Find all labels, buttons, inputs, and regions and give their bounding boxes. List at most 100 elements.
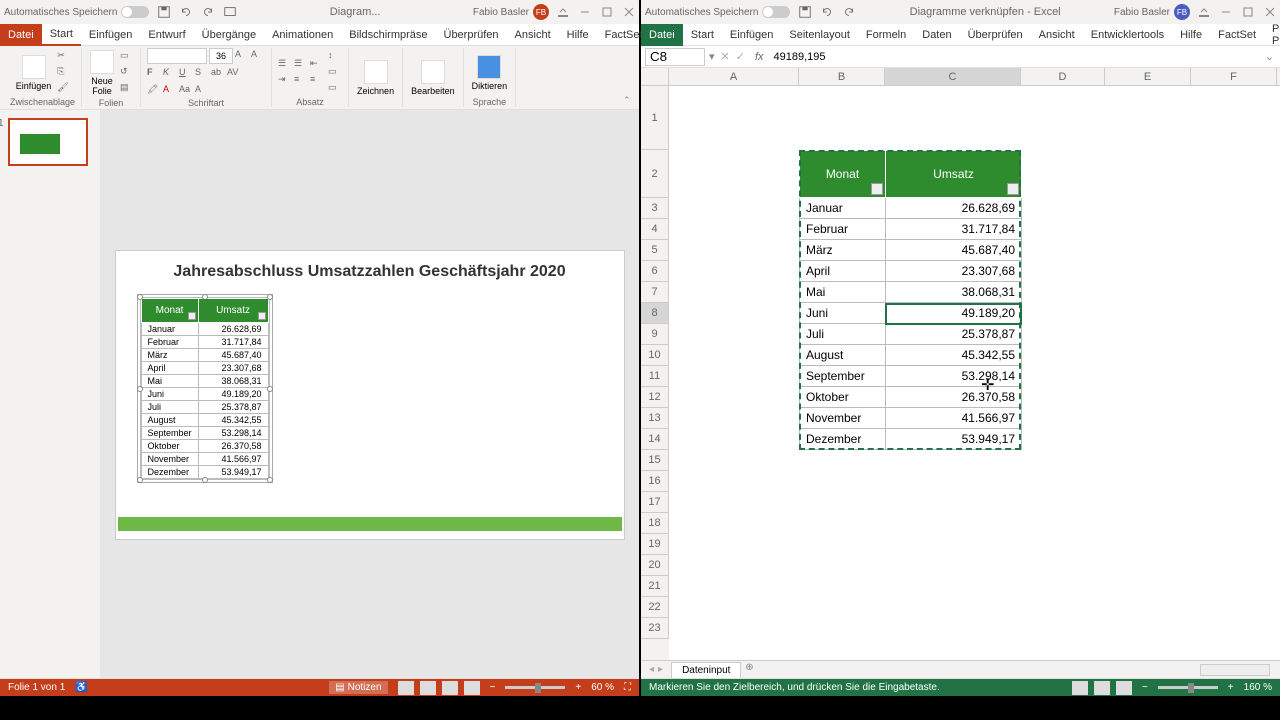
autosave[interactable]: Automatisches Speichern: [4, 6, 149, 18]
filter-icon[interactable]: [258, 312, 266, 320]
col-header-a[interactable]: A: [669, 68, 799, 85]
slide-title[interactable]: Jahresabschluss Umsatzzahlen Geschäftsja…: [116, 251, 624, 293]
cell-umsatz[interactable]: 38.068,31: [886, 282, 1022, 303]
cell-month[interactable]: Oktober: [800, 387, 886, 408]
font-name-input[interactable]: [147, 48, 207, 64]
slide-thumbnails[interactable]: 1: [0, 110, 100, 678]
bold-icon[interactable]: F: [147, 67, 161, 81]
tab-ueberpruefen[interactable]: Überprüfen: [436, 24, 507, 46]
row-header-4[interactable]: 4: [641, 219, 669, 240]
tab-uebergaenge[interactable]: Übergänge: [194, 24, 264, 46]
zoom-in-icon[interactable]: +: [575, 682, 581, 693]
tab-file[interactable]: Datei: [0, 24, 42, 46]
grow-font-icon[interactable]: A: [235, 49, 249, 63]
cell-umsatz[interactable]: 41.566,97: [886, 408, 1022, 429]
fx-icon[interactable]: fx: [751, 51, 768, 63]
zoom-in-icon[interactable]: +: [1228, 682, 1234, 693]
col-header-monat[interactable]: Monat: [800, 151, 886, 198]
section-icon[interactable]: ▤: [120, 82, 134, 96]
redo-icon[interactable]: [201, 5, 215, 19]
minimize-icon[interactable]: [1220, 6, 1232, 18]
table-row[interactable]: November41.566,97: [800, 408, 1022, 429]
row-header-23[interactable]: 23: [641, 618, 669, 639]
cell-month[interactable]: Januar: [800, 198, 886, 219]
slide-editor[interactable]: Jahresabschluss Umsatzzahlen Geschäftsja…: [100, 110, 639, 678]
indent-inc-icon[interactable]: ⇥: [278, 74, 292, 88]
zoom-out-icon[interactable]: −: [1142, 682, 1148, 693]
row-header-19[interactable]: 19: [641, 534, 669, 555]
filter-icon[interactable]: [188, 312, 196, 320]
autosave[interactable]: Automatisches Speichern: [645, 6, 790, 18]
row-header-17[interactable]: 17: [641, 492, 669, 513]
row-header-6[interactable]: 6: [641, 261, 669, 282]
close-icon[interactable]: [1264, 6, 1276, 18]
ribbon-options-icon[interactable]: [557, 6, 569, 18]
select-all-corner[interactable]: [641, 68, 669, 85]
table-row[interactable]: Juni49.189,20: [800, 303, 1022, 324]
cell-month[interactable]: Mai: [800, 282, 886, 303]
redo-icon[interactable]: [842, 5, 856, 19]
underline-icon[interactable]: U: [179, 67, 193, 81]
user-avatar[interactable]: FB: [1174, 4, 1190, 20]
cell-umsatz[interactable]: 23.307,68: [886, 261, 1022, 282]
paste-button[interactable]: Einfügen: [14, 53, 54, 93]
row-header-22[interactable]: 22: [641, 597, 669, 618]
save-icon[interactable]: [798, 5, 812, 19]
resize-handle[interactable]: [202, 477, 208, 483]
tab-bildschirm[interactable]: Bildschirmpräse: [341, 24, 435, 46]
cells-area[interactable]: Monat Umsatz Januar26.628,69Februar31.71…: [669, 86, 1280, 660]
col-header-c[interactable]: C: [885, 68, 1021, 85]
col-header-e[interactable]: E: [1105, 68, 1191, 85]
slideshow-view-icon[interactable]: [464, 681, 480, 695]
cell-umsatz[interactable]: 53.298,14: [886, 366, 1022, 387]
cell-umsatz[interactable]: 26.628,69: [886, 198, 1022, 219]
clear-format-icon[interactable]: A: [195, 84, 209, 98]
numbering-icon[interactable]: ☰: [294, 58, 308, 72]
resize-handle[interactable]: [137, 477, 143, 483]
user-area[interactable]: Fabio Basler FB: [1114, 4, 1190, 20]
row-header-20[interactable]: 20: [641, 555, 669, 576]
cell-month[interactable]: Juni: [800, 303, 886, 324]
resize-handle[interactable]: [267, 386, 273, 392]
col-header-f[interactable]: F: [1191, 68, 1277, 85]
tab-start[interactable]: Start: [683, 24, 722, 46]
cell-umsatz[interactable]: 49.189,20: [886, 303, 1022, 324]
sorter-view-icon[interactable]: [420, 681, 436, 695]
tab-daten[interactable]: Daten: [914, 24, 959, 46]
copy-icon[interactable]: ⎘: [57, 66, 71, 80]
cell-umsatz[interactable]: 25.378,87: [886, 324, 1022, 345]
maximize-icon[interactable]: [601, 6, 613, 18]
tab-formeln[interactable]: Formeln: [858, 24, 914, 46]
tab-einfuegen[interactable]: Einfügen: [81, 24, 140, 46]
tab-ansicht[interactable]: Ansicht: [1031, 24, 1083, 46]
close-icon[interactable]: [623, 6, 635, 18]
tab-file[interactable]: Datei: [641, 24, 683, 46]
ribbon-options-icon[interactable]: [1198, 6, 1210, 18]
italic-icon[interactable]: K: [163, 67, 177, 81]
tab-hilfe[interactable]: Hilfe: [1172, 24, 1210, 46]
zoom-level[interactable]: 160 %: [1244, 682, 1272, 693]
accessibility-icon[interactable]: ♿: [75, 682, 87, 693]
autosave-toggle[interactable]: [121, 6, 149, 18]
format-painter-icon[interactable]: 🖌: [57, 82, 71, 96]
resize-handle[interactable]: [267, 477, 273, 483]
zoom-out-icon[interactable]: −: [490, 682, 496, 693]
sheet-next-icon[interactable]: ▸: [658, 664, 663, 675]
maximize-icon[interactable]: [1242, 6, 1254, 18]
tab-ansicht[interactable]: Ansicht: [507, 24, 559, 46]
cell-month[interactable]: Dezember: [800, 429, 886, 450]
filter-icon[interactable]: [1007, 183, 1019, 195]
row-header-14[interactable]: 14: [641, 429, 669, 450]
row-header-3[interactable]: 3: [641, 198, 669, 219]
cell-month[interactable]: Juli: [800, 324, 886, 345]
tab-start[interactable]: Start: [42, 24, 81, 46]
col-header-d[interactable]: D: [1021, 68, 1105, 85]
user-avatar[interactable]: FB: [533, 4, 549, 20]
row-header-8[interactable]: 8: [641, 303, 669, 324]
zeichnen-button[interactable]: Zeichnen: [355, 58, 396, 98]
undo-icon[interactable]: [820, 5, 834, 19]
row-header-12[interactable]: 12: [641, 387, 669, 408]
tab-ueberpruefen[interactable]: Überprüfen: [960, 24, 1031, 46]
table-row[interactable]: Mai38.068,31: [800, 282, 1022, 303]
row-header-21[interactable]: 21: [641, 576, 669, 597]
